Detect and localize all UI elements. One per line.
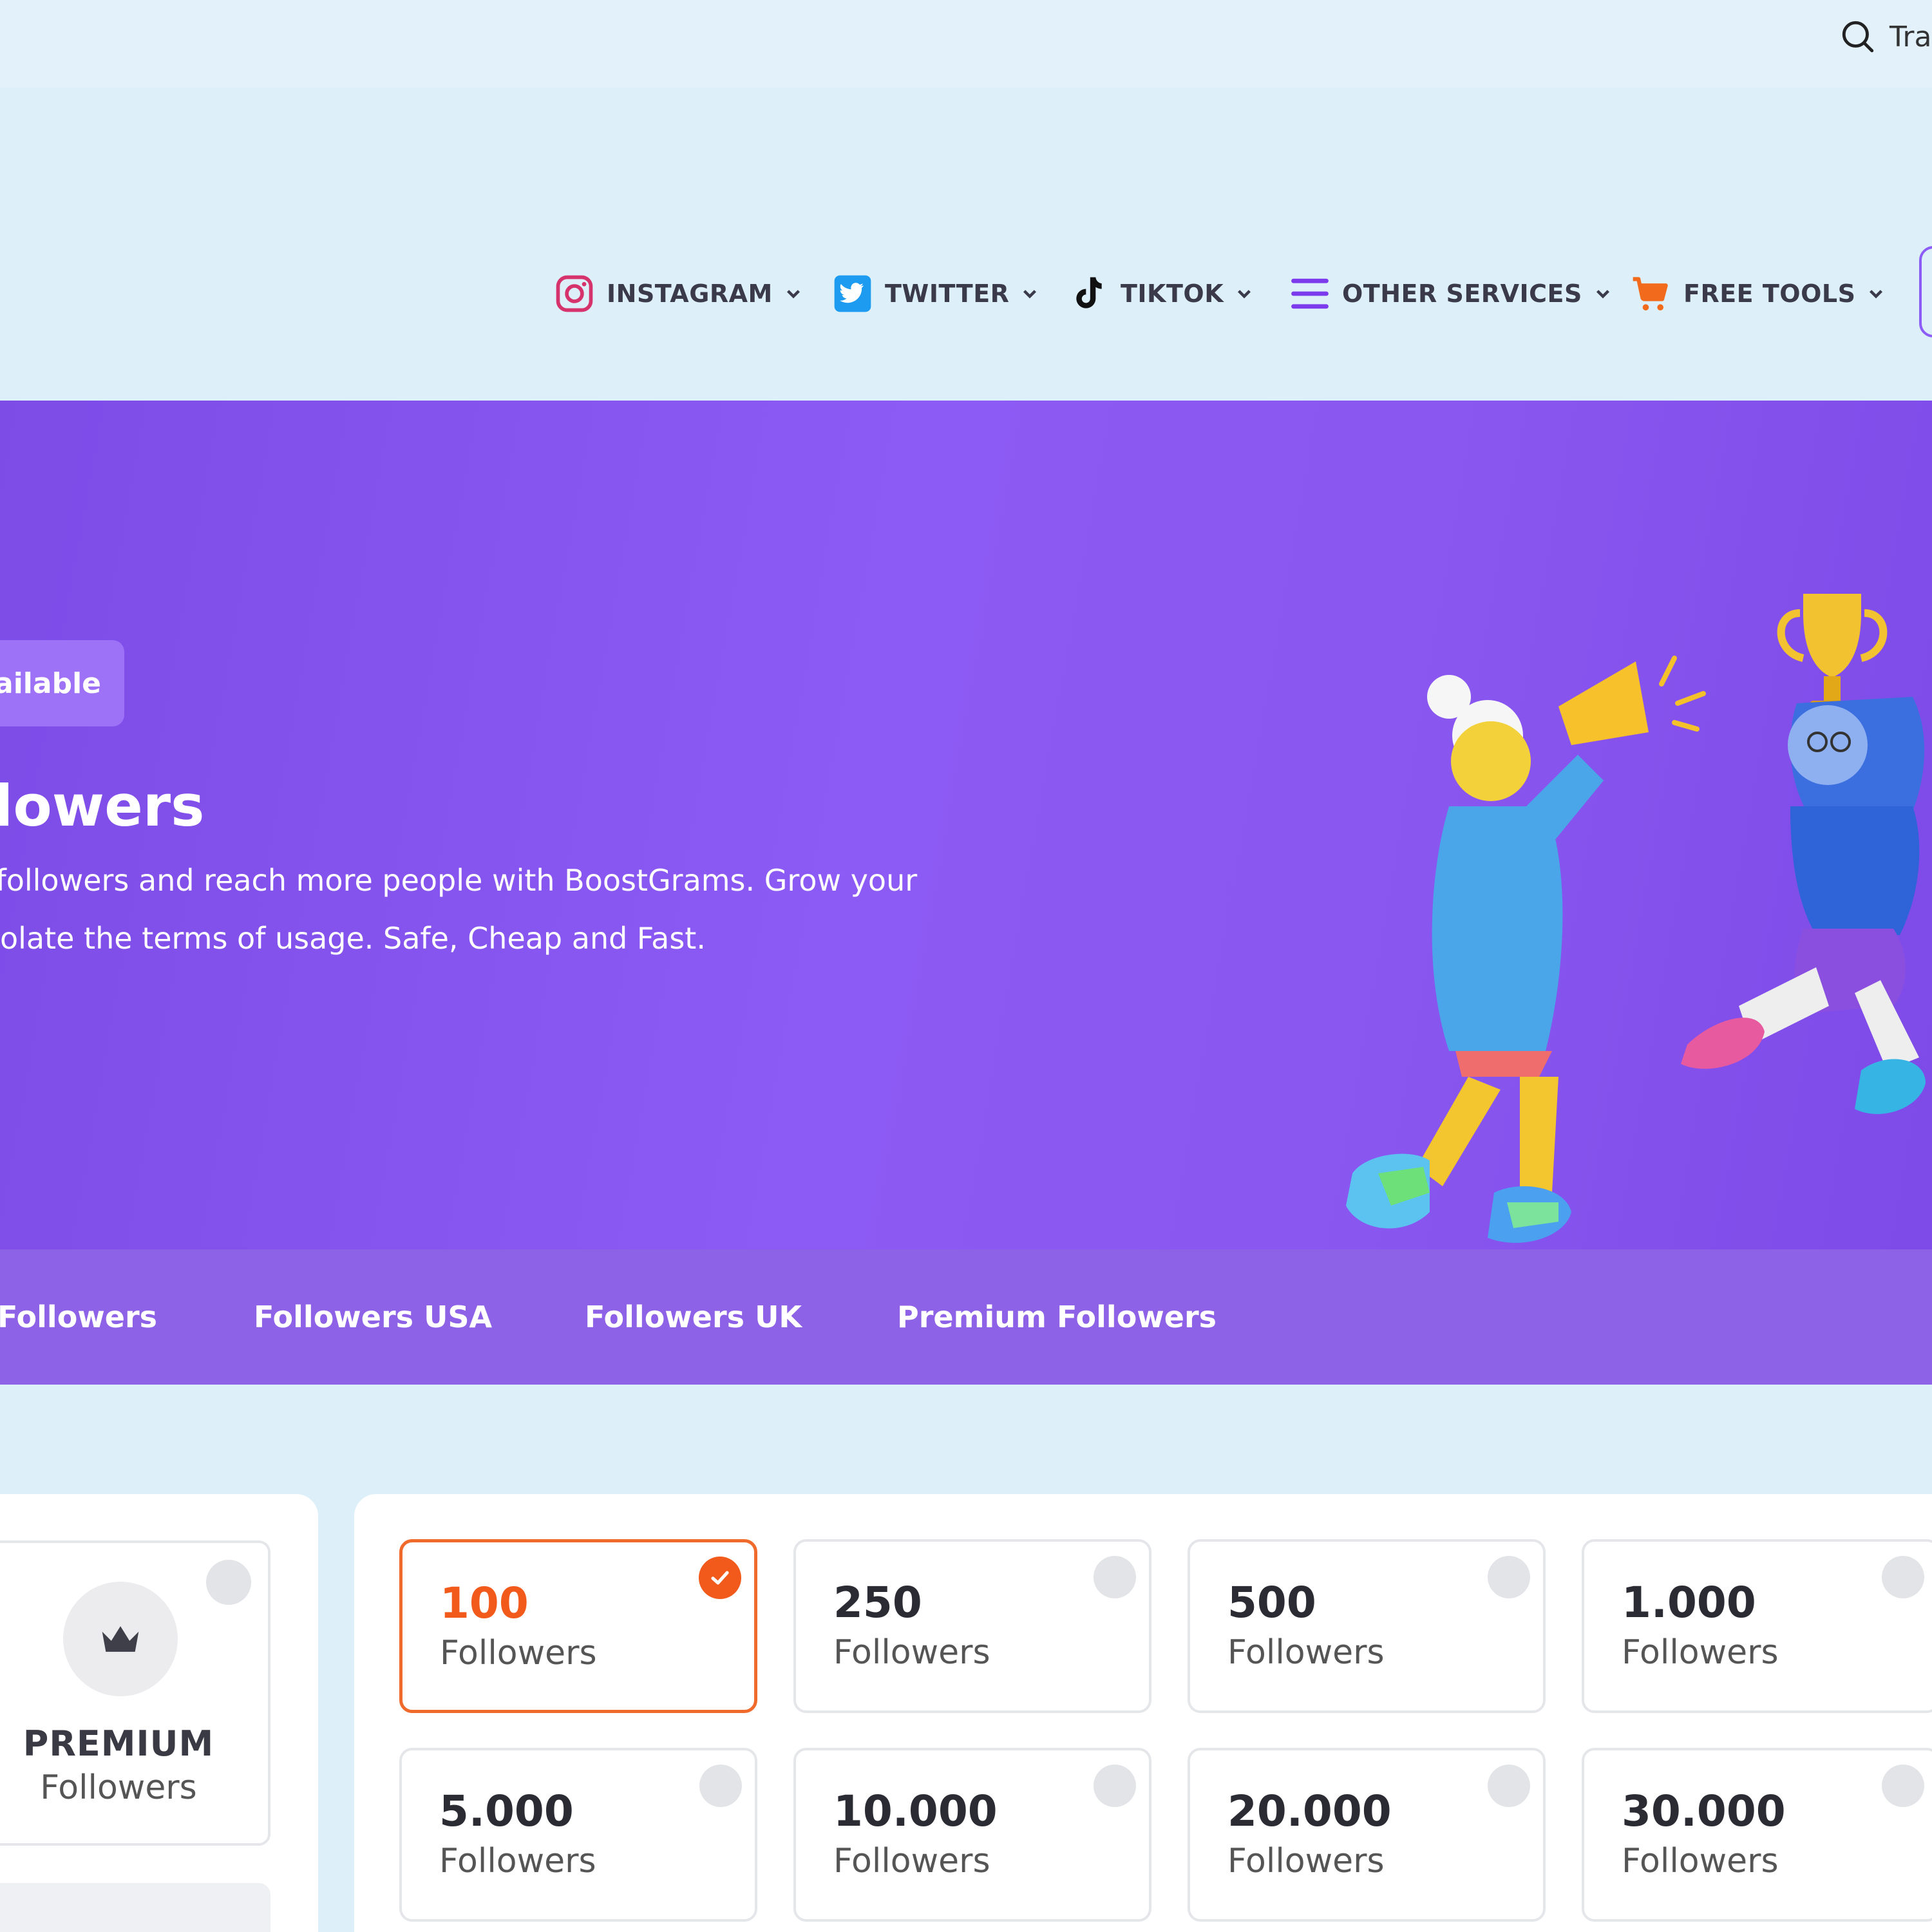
nav-label: FREE TOOLS: [1683, 279, 1856, 308]
celebration-illustration: [1346, 594, 1926, 1243]
premium-package-card[interactable]: PREMIUM Followers: [0, 1540, 270, 1846]
radio-unselected[interactable]: [1094, 1765, 1136, 1807]
radio-unselected[interactable]: [1882, 1765, 1924, 1807]
package-unit: Followers: [1622, 1842, 1779, 1880]
package-card-20000[interactable]: 20.000 Followers: [1188, 1748, 1546, 1922]
chevron-down-icon: [1870, 290, 1883, 299]
hero-banner: ailable llowers r followers and reach mo…: [0, 401, 1932, 1249]
radio-unselected[interactable]: [1488, 1765, 1530, 1807]
nav-label: TIKTOK: [1121, 279, 1224, 308]
package-amount: 5.000: [439, 1786, 574, 1836]
package-amount: 500: [1227, 1578, 1316, 1627]
nav-item-instagram[interactable]: INSTAGRAM: [553, 261, 802, 326]
checkmark-icon: [699, 1557, 741, 1599]
nav-item-free-tools[interactable]: FREE TOOLS: [1629, 261, 1885, 326]
menu-icon: [1291, 278, 1329, 309]
package-card-5000[interactable]: 5.000 Followers: [399, 1748, 757, 1922]
package-unit: Followers: [1227, 1633, 1385, 1672]
nav-item-twitter[interactable]: TWITTER: [831, 261, 1039, 326]
chevron-down-icon: [1238, 290, 1251, 299]
package-card-10000[interactable]: 10.000 Followers: [793, 1748, 1151, 1922]
nav-label: INSTAGRAM: [607, 279, 773, 308]
search-icon: [1842, 21, 1874, 53]
search-label: Tra: [1889, 20, 1932, 53]
twitter-icon: [834, 275, 871, 312]
crown-badge: [63, 1582, 178, 1696]
availability-badge: ailable: [0, 640, 124, 726]
radio-unselected[interactable]: [1094, 1556, 1136, 1598]
package-card-500[interactable]: 500 Followers: [1188, 1539, 1546, 1713]
main-navigation: INSTAGRAM TWITTER TIKTOK OTHER SERVICES: [0, 88, 1932, 401]
search-trigger[interactable]: Tra: [1839, 18, 1931, 55]
package-unit: Followers: [1227, 1842, 1385, 1880]
nav-item-other-services[interactable]: OTHER SERVICES: [1288, 261, 1612, 326]
instagram-icon: [556, 275, 593, 312]
nav-cta-button[interactable]: [1919, 246, 1932, 337]
package-unit: Followers: [439, 1842, 596, 1880]
subnav-item-followers-usa[interactable]: Followers USA: [254, 1249, 492, 1385]
subnav-item-followers-uk[interactable]: Followers UK: [585, 1249, 802, 1385]
package-amount: 30.000: [1622, 1786, 1786, 1836]
tiktok-icon: [1076, 277, 1102, 308]
nav-label: TWITTER: [885, 279, 1010, 308]
radio-unselected[interactable]: [206, 1560, 251, 1605]
chevron-down-icon: [1023, 290, 1037, 299]
package-card-100[interactable]: 100 Followers: [399, 1539, 757, 1713]
chevron-down-icon: [1596, 290, 1609, 299]
package-amount: 10.000: [833, 1786, 998, 1836]
nav-item-tiktok[interactable]: TIKTOK: [1066, 261, 1253, 326]
chevron-down-icon: [786, 290, 800, 299]
radio-unselected[interactable]: [1882, 1556, 1924, 1598]
hero-title: llowers: [0, 773, 205, 839]
package-amount: 250: [833, 1578, 922, 1627]
top-bar: Tra: [0, 0, 1932, 88]
crown-icon: [102, 1626, 139, 1652]
radio-unselected[interactable]: [699, 1765, 742, 1807]
radio-unselected[interactable]: [1488, 1556, 1530, 1598]
package-amount: 1.000: [1622, 1578, 1756, 1627]
cart-icon: [1633, 277, 1668, 311]
package-unit: Followers: [833, 1633, 990, 1672]
package-type-card-secondary[interactable]: [0, 1883, 270, 1932]
package-card-250[interactable]: 250 Followers: [793, 1539, 1151, 1713]
package-unit: Followers: [1622, 1633, 1779, 1672]
nav-label: OTHER SERVICES: [1342, 279, 1582, 308]
hero-description: r followers and reach more people with B…: [0, 863, 918, 956]
package-card-1000[interactable]: 1.000 Followers: [1582, 1539, 1932, 1713]
premium-subtitle: Followers: [40, 1768, 197, 1807]
followers-subnav: Followers Followers USA Followers UK Pre…: [0, 1249, 1932, 1385]
subnav-item-followers[interactable]: Followers: [0, 1249, 157, 1385]
package-amount: 20.000: [1227, 1786, 1392, 1836]
package-unit: Followers: [833, 1842, 990, 1880]
subnav-item-premium-followers[interactable]: Premium Followers: [897, 1249, 1217, 1385]
package-card-30000[interactable]: 30.000 Followers: [1582, 1748, 1932, 1922]
package-unit: Followers: [440, 1634, 597, 1672]
premium-title: PREMIUM: [23, 1723, 214, 1764]
package-amount: 100: [440, 1578, 529, 1628]
